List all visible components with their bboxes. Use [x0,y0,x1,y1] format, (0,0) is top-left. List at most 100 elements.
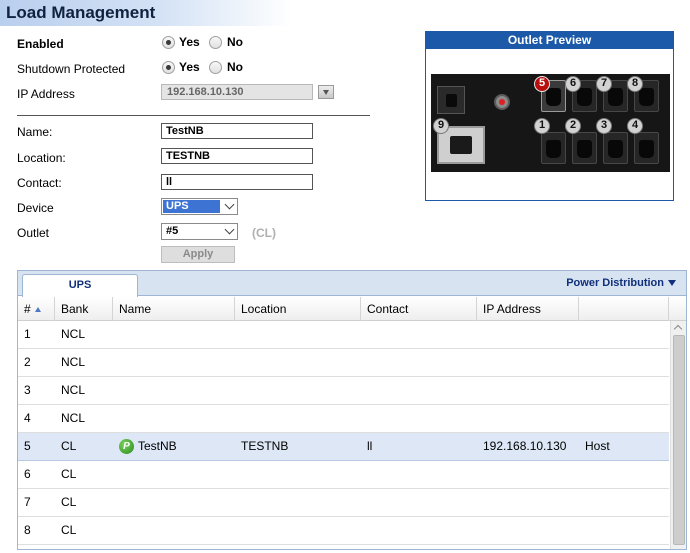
row-bank: NCL [61,383,86,397]
row-number: 4 [24,411,31,425]
device-select[interactable]: UPS [161,198,238,215]
shutdown-protected-label: Shutdown Protected [17,62,126,76]
enabled-yes-label[interactable]: Yes [179,35,200,49]
row-number: 1 [24,327,31,341]
outlet-number-5: 5 [534,76,550,92]
col-extra-header[interactable] [579,297,669,321]
ip-address-label: IP Address [17,87,75,101]
contact-input[interactable]: ll [161,174,313,190]
host-status-icon: P [119,439,134,455]
row-contact: ll [367,439,373,453]
outlet-number-1: 1 [534,118,550,134]
device-label: Device [17,201,54,215]
chevron-down-icon [224,224,235,235]
outlet-number-9: 9 [433,118,449,134]
outlet-preview-title: Outlet Preview [426,32,673,49]
enabled-label: Enabled [17,37,64,51]
row-number: 5 [24,439,31,453]
outlet-1[interactable] [541,132,566,164]
apply-button[interactable]: Apply [161,246,235,263]
row-number: 2 [24,355,31,369]
row-name-text: TestNB [138,439,177,453]
row-bank: NCL [61,327,86,341]
vertical-scrollbar[interactable] [670,321,686,549]
grid-header: # Bank Name Location Contact IP Address [18,297,686,321]
form-divider [17,115,370,116]
outlet-select-value: #5 [166,225,179,237]
page-title-bar: Load Management [0,0,292,26]
row-location: TESTNB [241,439,289,453]
table-row-selected[interactable]: 5 CL P TestNB TESTNB ll 192.168.10.130 Ho… [18,433,669,461]
enabled-yes-radio[interactable] [162,36,175,49]
shutdown-yes-radio[interactable] [162,61,175,74]
scrollbar-thumb[interactable] [673,335,685,545]
table-row[interactable]: 6 CL [18,461,669,489]
outlet-preview-panel: Outlet Preview 5 6 7 8 1 2 3 4 9 [425,31,674,201]
outlets-grid: UPS Power Distribution # Bank Name Locat… [17,270,687,550]
outlet-3[interactable] [603,132,628,164]
row-bank: NCL [61,411,86,425]
col-contact-header[interactable]: Contact [361,297,477,321]
col-name-header[interactable]: Name [113,297,235,321]
page-title: Load Management [6,3,156,22]
ip-address-field: 192.168.10.130 [161,84,313,100]
row-extra: Host [585,439,610,453]
row-bank: CL [61,523,77,537]
table-row[interactable]: 4 NCL [18,405,669,433]
ip-address-dropdown-button[interactable] [318,85,334,99]
outlet-label: Outlet [17,226,50,240]
outlet-number-3: 3 [596,118,612,134]
row-number: 8 [24,523,31,537]
outlet-number-7: 7 [596,76,612,92]
scroll-up-icon[interactable] [673,324,683,334]
sort-ascending-icon [34,307,41,313]
outlet-2[interactable] [572,132,597,164]
outlet-number-2: 2 [565,118,581,134]
row-bank: NCL [61,355,86,369]
table-row[interactable]: 7 CL [18,489,669,517]
outlet-number-6: 6 [565,76,581,92]
outlet-number-4: 4 [627,118,643,134]
shutdown-no-label[interactable]: No [227,60,243,74]
row-ip-address: 192.168.10.130 [483,439,567,453]
pdu-image: 5 6 7 8 1 2 3 4 9 [431,74,670,172]
col-number-header[interactable]: # [18,297,55,321]
chevron-down-icon [224,199,235,210]
grid-tab-bar: UPS Power Distribution [18,271,686,297]
table-row[interactable]: 1 NCL [18,321,669,349]
col-ip-address-header[interactable]: IP Address [477,297,579,321]
row-bank: CL [61,439,77,453]
row-number: 7 [24,495,31,509]
col-location-header[interactable]: Location [235,297,361,321]
table-row[interactable]: 2 NCL [18,349,669,377]
device-select-value: UPS [163,200,220,213]
row-name: P TestNB [113,433,177,460]
power-distribution-label: Power Distribution [566,277,664,289]
col-bank-header[interactable]: Bank [55,297,113,321]
outlet-4[interactable] [634,132,659,164]
location-label: Location: [17,151,66,165]
name-input[interactable]: TestNB [161,123,313,139]
shutdown-yes-label[interactable]: Yes [179,60,200,74]
row-number: 3 [24,383,31,397]
breaker-icon [494,94,510,110]
enabled-no-label[interactable]: No [227,35,243,49]
outlet-bank-hint: (CL) [252,226,276,240]
row-number: 6 [24,467,31,481]
col-number-label: # [24,302,31,316]
tab-ups[interactable]: UPS [22,274,138,297]
outlet-select[interactable]: #5 [161,223,238,240]
outlet-number-8: 8 [627,76,643,92]
table-row[interactable]: 8 CL [18,517,669,545]
enabled-no-radio[interactable] [209,36,222,49]
shutdown-no-radio[interactable] [209,61,222,74]
table-row[interactable]: 3 NCL [18,377,669,405]
location-input[interactable]: TESTNB [161,148,313,164]
power-inlet-icon [437,86,465,114]
contact-label: Contact: [17,176,62,190]
name-label: Name: [17,125,53,139]
row-bank: CL [61,467,77,481]
power-distribution-menu[interactable]: Power Distribution [566,277,676,289]
row-bank: CL [61,495,77,509]
grid-rows: 1 NCL 2 NCL 3 NCL 4 NCL 5 CL P TestNB TES… [18,321,669,549]
